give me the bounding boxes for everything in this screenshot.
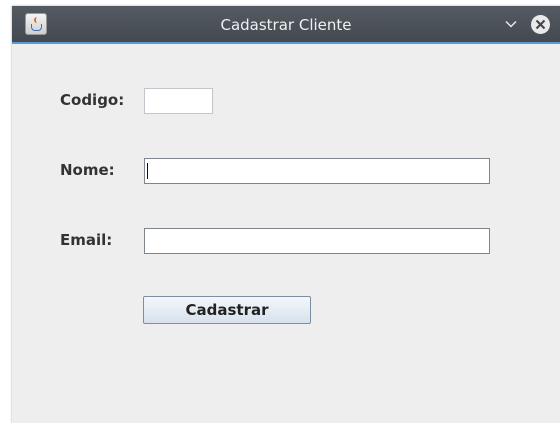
cadastrar-button[interactable]: Cadastrar: [143, 296, 311, 324]
email-field[interactable]: [144, 228, 490, 254]
nome-field[interactable]: [144, 158, 490, 184]
chevron-down-icon[interactable]: [504, 17, 518, 31]
nome-label: Nome:: [60, 161, 115, 179]
codigo-label: Codigo:: [60, 91, 125, 109]
cadastrar-cliente-window: Cadastrar Cliente Codigo: Nome: Email: C…: [12, 6, 560, 423]
text-caret: [147, 163, 148, 179]
title-bar[interactable]: Cadastrar Cliente: [12, 6, 560, 44]
codigo-field[interactable]: [144, 88, 213, 114]
close-icon[interactable]: [531, 15, 550, 34]
window-title: Cadastrar Cliente: [220, 16, 352, 34]
email-label: Email:: [60, 231, 113, 249]
